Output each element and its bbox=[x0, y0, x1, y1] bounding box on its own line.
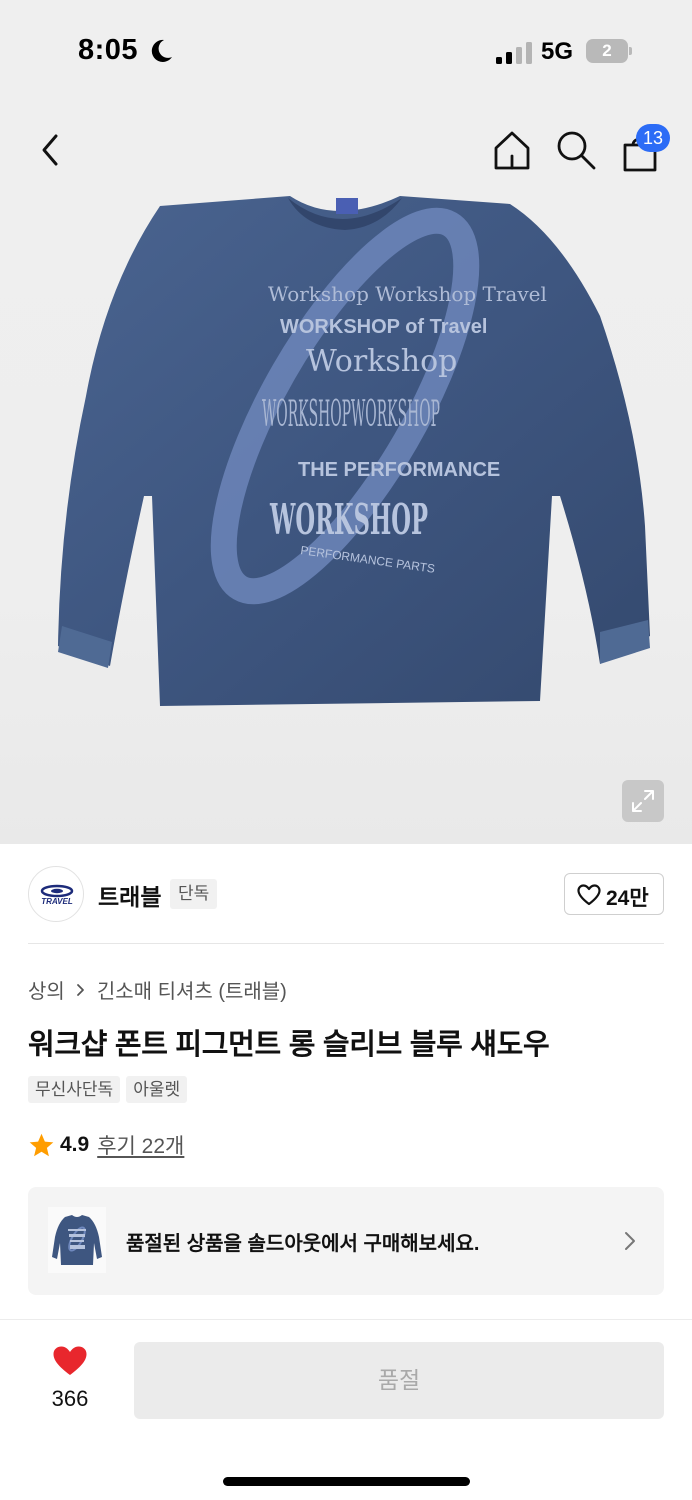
exclusive-badge: 단독 bbox=[170, 879, 218, 909]
brand-name[interactable]: 트래블 bbox=[98, 878, 161, 912]
print-line-4: WORKSHOPWORKSHOP bbox=[262, 394, 440, 435]
divider bbox=[28, 943, 664, 944]
wish-count: 366 bbox=[51, 1386, 89, 1411]
breadcrumb-category[interactable]: 상의 bbox=[28, 975, 65, 1004]
print-line-1: Workshop Workshop Travel bbox=[268, 282, 547, 306]
breadcrumb: 상의 긴소매 티셔츠 (트래블) bbox=[28, 975, 287, 1004]
cart-count-badge: 13 bbox=[636, 124, 670, 152]
print-line-2: WORKSHOP of Travel bbox=[280, 316, 487, 338]
status-bar: 8:05 5G 2 bbox=[0, 0, 692, 100]
product-tags: 무신사단독 아울렛 bbox=[28, 1076, 188, 1103]
tag-musinsa-exclusive: 무신사단독 bbox=[28, 1076, 121, 1103]
brand-row: TRAVEL 트래블 단독 24만 bbox=[28, 866, 664, 922]
soldout-banner[interactable]: 품절된 상품을 솔드아웃에서 구매해보세요. bbox=[28, 1187, 664, 1295]
moon-icon bbox=[151, 39, 172, 62]
back-arrow-icon[interactable] bbox=[32, 130, 68, 170]
chevron-right-icon bbox=[625, 1232, 635, 1250]
rating-score: 4.9 bbox=[60, 1133, 90, 1156]
cart-button[interactable]: 13 bbox=[616, 124, 676, 176]
product-image[interactable]: Workshop Workshop Travel WORKSHOP of Tra… bbox=[0, 196, 692, 844]
bottom-bar-divider bbox=[0, 1319, 692, 1320]
tag-outlet: 아울렛 bbox=[126, 1076, 188, 1103]
product-title: 워크샵 폰트 피그먼트 롱 슬리브 블루 섀도우 bbox=[28, 1029, 550, 1061]
zoom-button[interactable] bbox=[622, 780, 664, 822]
status-time: 8:05 bbox=[78, 34, 139, 66]
shirt-thumbnail-icon bbox=[52, 1215, 102, 1265]
soldout-thumbnail bbox=[48, 1207, 106, 1273]
brand-like-button[interactable]: 24만 bbox=[564, 873, 664, 915]
soldout-message: 품절된 상품을 솔드아웃에서 구매해보세요. bbox=[126, 1233, 480, 1255]
travel-logo-icon: TRAVEL bbox=[40, 884, 74, 906]
logo-text: TRAVEL bbox=[41, 897, 73, 906]
brand-like-count: 24만 bbox=[606, 887, 649, 910]
expand-icon bbox=[632, 790, 654, 812]
network-label: 5G bbox=[541, 38, 574, 65]
print-line-6: WORKSHOP bbox=[269, 495, 428, 544]
home-icon[interactable] bbox=[490, 128, 534, 172]
soldout-buy-button[interactable]: 품절 bbox=[134, 1342, 664, 1419]
print-line-3: Workshop bbox=[306, 344, 457, 379]
heart-filled-icon[interactable] bbox=[52, 1345, 88, 1377]
battery-icon: 2 bbox=[586, 39, 632, 63]
rating-row: 4.9 후기 22개 bbox=[28, 1130, 184, 1160]
star-icon bbox=[29, 1133, 54, 1156]
brand-logo[interactable]: TRAVEL bbox=[28, 866, 84, 922]
signal-icon bbox=[496, 42, 532, 64]
top-navigation: 13 bbox=[0, 100, 692, 196]
breadcrumb-subcategory[interactable]: 긴소매 티셔츠 (트래블) bbox=[97, 975, 287, 1004]
battery-level: 2 bbox=[602, 41, 612, 60]
product-shirt-image: Workshop Workshop Travel WORKSHOP of Tra… bbox=[58, 196, 650, 706]
chevron-right-small-icon bbox=[76, 983, 84, 996]
print-line-5: THE PERFORMANCE bbox=[298, 459, 500, 481]
home-indicator bbox=[223, 1477, 470, 1486]
search-icon[interactable] bbox=[554, 128, 598, 172]
heart-outline-icon bbox=[577, 884, 601, 906]
review-count-link[interactable]: 후기 22개 bbox=[97, 1130, 184, 1160]
